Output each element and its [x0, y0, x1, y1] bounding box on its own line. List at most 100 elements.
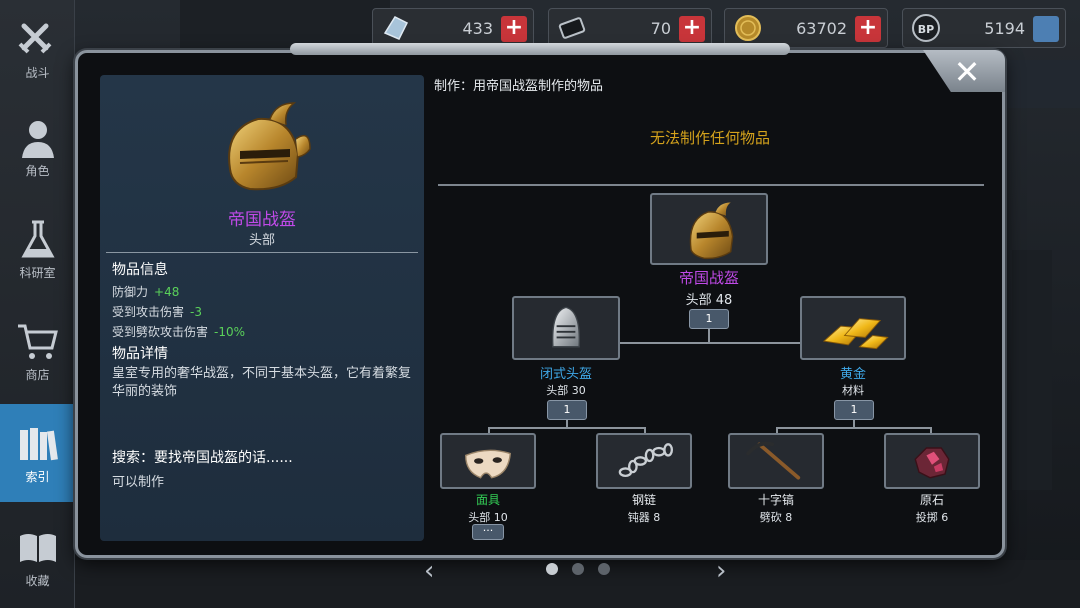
bp-icon: BP: [912, 14, 940, 42]
search-hint: 搜索：要找帝国战盔的话......: [112, 450, 293, 466]
divider: [106, 252, 418, 253]
sidebar-item-label: 战斗: [25, 65, 50, 80]
recipe-pickaxe-slot[interactable]: [728, 433, 824, 489]
currency-amount: 63702: [796, 19, 847, 38]
svg-text:BP: BP: [918, 23, 934, 36]
sidebar-item-battle[interactable]: 战斗: [0, 0, 75, 98]
stat-damage-taken: 受到攻击伤害 -3: [112, 303, 202, 320]
stat-value: -3: [190, 305, 202, 319]
recipe-item-name: 面具: [475, 493, 500, 507]
recipe-gold-slot[interactable]: [800, 296, 906, 360]
item-description: 皇室专用的奢华战盔，不同于基本头盔，它有着繁复华丽的装饰: [112, 366, 412, 399]
stat-defense: 防御力 +48: [112, 283, 179, 300]
sidebar-item-character[interactable]: 角色: [0, 98, 75, 196]
imperial-helmet-icon: [689, 202, 734, 260]
sidebar: 战斗 角色 科研室 商店 索引 收藏: [0, 0, 75, 608]
recipe-root-slot[interactable]: [650, 193, 768, 265]
sidebar-item-label: 收藏: [25, 573, 50, 588]
quantity-badge: 1: [834, 400, 874, 420]
currency-amount: 5194: [984, 19, 1025, 38]
ore-icon: [914, 447, 950, 479]
tree-connector: [776, 427, 932, 429]
open-book-icon: [19, 533, 56, 562]
page-dot-2[interactable]: [572, 563, 584, 575]
add-gems-button[interactable]: +: [501, 16, 527, 42]
closed-helmet-icon: [551, 306, 581, 348]
recipe-item-name: 闭式头盔: [539, 367, 592, 382]
sidebar-item-label: 索引: [25, 469, 50, 484]
currency-amount: 433: [462, 19, 493, 38]
item-detail-dialog: ✕ 帝国战盔 头部 物品信息 防御力 +48 受到攻击伤害 -3 受到劈砍攻击伤…: [75, 43, 1005, 558]
quantity-badge: ···: [472, 524, 504, 540]
tree-connector: [620, 342, 800, 344]
currency-tickets: 70 +: [548, 8, 712, 48]
background-panel: [1012, 250, 1052, 490]
quantity-badge: 1: [689, 309, 729, 329]
stat-label: 受到攻击伤害: [112, 305, 185, 319]
currency-bp: BP 5194: [902, 8, 1066, 48]
no-craft-message: 无法制作任何物品: [649, 129, 770, 147]
recipe-item-name: 十字镐: [757, 493, 794, 507]
recipe-root-name: 帝国战盔: [678, 269, 739, 287]
next-page-arrow[interactable]: ›: [716, 556, 736, 586]
item-name: 帝国战盔: [228, 210, 296, 230]
recipe-item-sub: 投掷 6: [915, 511, 949, 524]
close-button[interactable]: ✕: [950, 55, 984, 89]
bp-card-button[interactable]: [1033, 16, 1059, 42]
sidebar-item-label: 角色: [25, 163, 50, 178]
sidebar-item-index[interactable]: 索引: [0, 404, 75, 502]
stat-label: 受到劈砍攻击伤害: [112, 325, 209, 339]
dialog-top-bar: [290, 43, 790, 55]
currency-coins: 63702 +: [724, 8, 888, 48]
item-info-panel: 帝国战盔 头部 物品信息 防御力 +48 受到攻击伤害 -3 受到劈砍攻击伤害 -10…: [100, 75, 424, 541]
sidebar-item-collection[interactable]: 收藏: [0, 508, 75, 606]
recipe-item-sub: 劈砍 8: [759, 511, 793, 524]
recipe-item-sub: 头部 10: [468, 511, 508, 524]
game-screen: 战斗 角色 科研室 商店 索引 收藏 433 + 70 + 63702 + BP…: [0, 0, 1080, 608]
ticket-icon: [558, 17, 586, 39]
page-dot-3[interactable]: [598, 563, 610, 575]
stat-value: -10%: [214, 325, 246, 339]
page-dot-1[interactable]: [546, 563, 558, 575]
recipe-ore-slot[interactable]: [884, 433, 980, 489]
sidebar-item-label: 科研室: [19, 265, 56, 280]
books-icon: [19, 427, 58, 460]
imperial-helmet-icon: [228, 102, 311, 191]
item-slot: 头部: [248, 233, 275, 248]
cart-icon: [17, 324, 58, 359]
recipe-item-name: 原石: [919, 493, 944, 507]
close-icon: ✕: [953, 53, 981, 91]
sidebar-item-label: 商店: [25, 367, 50, 382]
recipe-chain-slot[interactable]: [596, 433, 692, 489]
currency-gems: 433 +: [372, 8, 534, 48]
tree-connector: [708, 329, 710, 343]
sidebar-item-shop[interactable]: 商店: [0, 302, 75, 400]
recipe-item-sub: 钝器 8: [627, 511, 661, 524]
recipe-mask-slot[interactable]: [440, 433, 536, 489]
recipe-item-name: 黄金: [839, 367, 866, 382]
detail-section-title: 物品详情: [112, 346, 168, 362]
stat-slash-damage-taken: 受到劈砍攻击伤害 -10%: [112, 323, 245, 340]
craftable-status[interactable]: 可以制作: [112, 471, 164, 490]
recipe-item-sub: 材料: [842, 384, 864, 397]
sidebar-item-lab[interactable]: 科研室: [0, 200, 75, 298]
gold-bars-icon: [822, 318, 889, 350]
stat-value: +48: [154, 285, 180, 299]
info-section-title: 物品信息: [112, 262, 168, 278]
recipe-closed-helmet-slot[interactable]: [512, 296, 620, 360]
mask-icon: [465, 449, 512, 479]
background-wall: [180, 0, 390, 48]
add-tickets-button[interactable]: +: [679, 16, 705, 42]
recipe-item-name: 钢链: [631, 493, 656, 507]
recipe-item-sub: 头部 30: [546, 384, 586, 397]
section-divider: [438, 184, 984, 186]
add-coins-button[interactable]: +: [855, 16, 881, 42]
background-panel: [1005, 60, 1080, 108]
tree-connector: [488, 427, 646, 429]
recipe-root-sub: 头部 48: [685, 293, 733, 308]
coin-icon: [735, 15, 761, 41]
prev-page-arrow[interactable]: ‹: [424, 556, 444, 586]
flask-icon: [20, 220, 55, 257]
pickaxe-icon: [746, 441, 801, 480]
quantity-badge: 1: [547, 400, 587, 420]
